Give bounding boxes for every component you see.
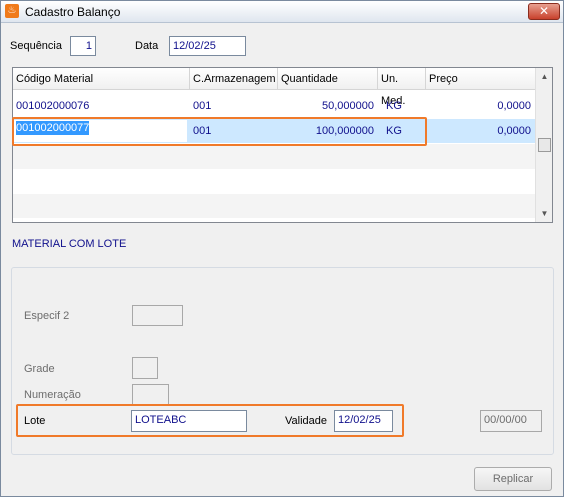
grid-vertical-scrollbar[interactable]: ▲ ▼ xyxy=(535,68,552,222)
empty-row xyxy=(13,144,535,169)
especif2-field[interactable] xyxy=(132,305,183,326)
scroll-down-icon[interactable]: ▼ xyxy=(536,205,553,222)
cell-preco[interactable]: 0,0000 xyxy=(426,119,535,143)
extra-date-field[interactable]: 00/00/00 xyxy=(480,410,542,432)
close-button[interactable]: ✕ xyxy=(528,3,560,20)
column-header-unidade[interactable]: Un. Med. xyxy=(378,68,426,107)
section-title-material-lote: MATERIAL COM LOTE xyxy=(12,238,127,250)
empty-row xyxy=(13,194,535,218)
grade-label: Grade xyxy=(24,363,55,375)
validade-label: Validade xyxy=(285,415,327,427)
numeracao-field[interactable] xyxy=(132,384,169,405)
empty-row xyxy=(13,169,535,194)
scroll-thumb[interactable] xyxy=(538,138,551,152)
validade-field[interactable]: 12/02/25 xyxy=(334,410,393,432)
column-header-codigo[interactable]: Código Material xyxy=(13,68,190,90)
scroll-up-icon[interactable]: ▲ xyxy=(536,68,553,85)
cell-unidade[interactable]: KG xyxy=(383,94,426,118)
numeracao-label: Numeração xyxy=(24,389,81,401)
sequencia-label: Sequência xyxy=(10,40,62,52)
lote-label: Lote xyxy=(24,415,46,427)
replicar-button[interactable]: Replicar xyxy=(474,467,552,491)
column-header-armazenagem[interactable]: C.Armazenagem xyxy=(190,68,278,90)
cadastro-balanco-window: ♨ Cadastro Balanço ✕ Sequência 1 Data 12… xyxy=(0,0,564,497)
data-label: Data xyxy=(135,40,159,52)
window-title: Cadastro Balanço xyxy=(25,5,121,19)
especif2-label: Especif 2 xyxy=(24,310,70,322)
cell-codigo[interactable]: 001002000076 xyxy=(13,94,190,118)
cell-quantidade[interactable]: 50,000000 xyxy=(278,94,378,118)
title-bar: ♨ Cadastro Balanço ✕ xyxy=(1,1,563,23)
column-header-quantidade[interactable]: Quantidade xyxy=(278,68,378,90)
sequencia-field[interactable]: 1 xyxy=(70,36,96,56)
table-row[interactable]: 001002000076 001 50,000000 KG 0,0000 xyxy=(13,94,535,118)
grid-header: Código Material C.Armazenagem Quantidade… xyxy=(13,68,535,107)
cell-preco[interactable]: 0,0000 xyxy=(426,94,535,118)
selected-row-highlight xyxy=(12,117,427,146)
column-header-preco[interactable]: Preço xyxy=(426,68,535,90)
lote-field[interactable]: LOTEABC xyxy=(131,410,247,432)
cell-armazenagem[interactable]: 001 xyxy=(190,94,278,118)
grade-field[interactable] xyxy=(132,357,158,379)
app-logo-icon: ♨ xyxy=(5,4,19,18)
data-field[interactable]: 12/02/25 xyxy=(169,36,246,56)
